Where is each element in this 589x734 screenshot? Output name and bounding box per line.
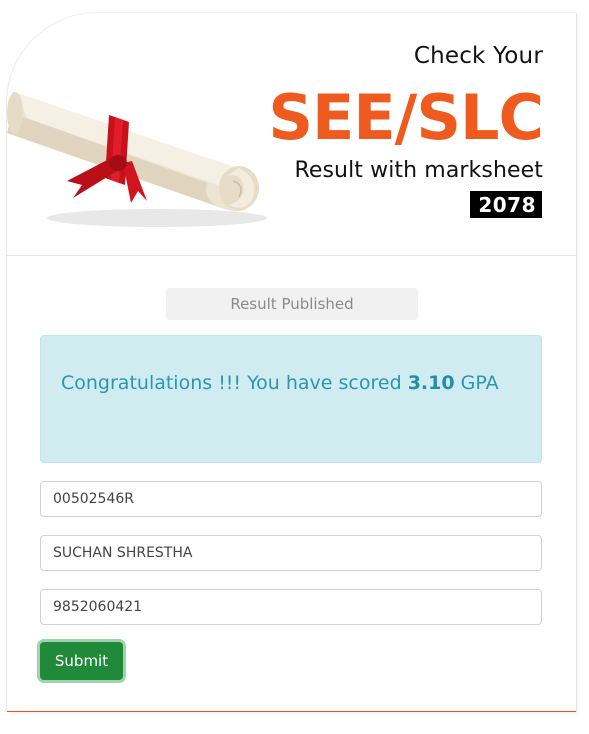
headline-result-with-marksheet: Result with marksheet (294, 158, 543, 183)
submit-button[interactable]: Submit (40, 642, 123, 680)
result-card: Check Your SEE/SLC Result with marksheet… (7, 13, 576, 712)
phone-field[interactable]: 9852060421 (40, 589, 542, 625)
headline-see-slc: SEE/SLC (268, 81, 544, 154)
status-badge: Result Published (166, 288, 418, 320)
year-badge: 2078 (470, 191, 542, 218)
gpa-value: 3.10 (407, 372, 455, 394)
result-message-suffix: GPA (454, 372, 499, 394)
divider (7, 255, 576, 256)
banner: Check Your SEE/SLC Result with marksheet… (7, 13, 576, 255)
phone-value: 9852060421 (53, 599, 143, 615)
name-value: SUCHAN SHRESTHA (53, 545, 193, 561)
name-field[interactable]: SUCHAN SHRESTHA (40, 535, 542, 571)
diploma-scroll-icon (7, 92, 267, 227)
symbol-number-value: 00502546R (53, 491, 134, 507)
result-alert: Congratulations !!! You have scored 3.10… (40, 335, 542, 463)
symbol-number-field[interactable]: 00502546R (40, 481, 542, 517)
result-message-prefix: Congratulations !!! You have scored (61, 372, 408, 394)
headline-check-your: Check Your (413, 43, 543, 69)
